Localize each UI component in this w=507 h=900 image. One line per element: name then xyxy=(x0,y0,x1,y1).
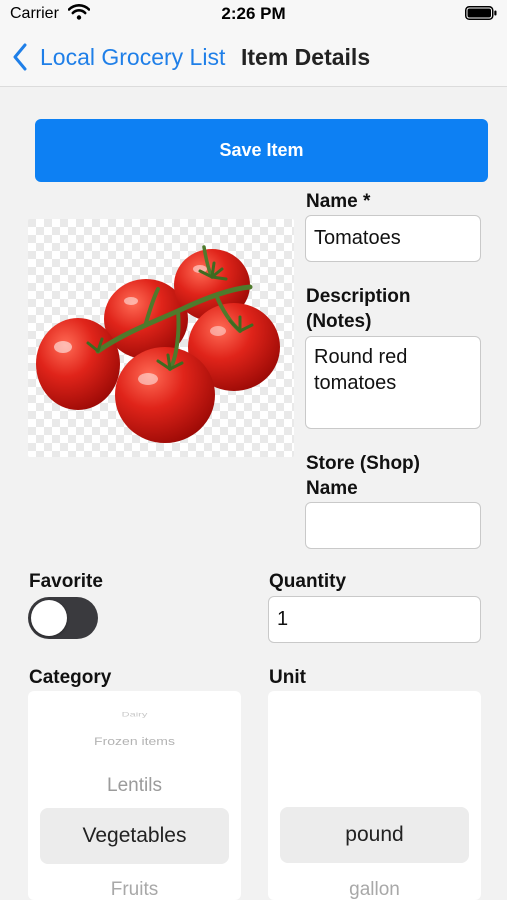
description-label-line1: Description xyxy=(306,286,411,307)
navigation-bar: Local Grocery List Item Details xyxy=(0,30,507,87)
picker-option[interactable]: Dairy xyxy=(28,712,241,719)
favorite-toggle[interactable] xyxy=(28,597,98,639)
item-details-form: Save Item Name * Tomatoes Description (N… xyxy=(0,87,507,900)
chevron-left-icon xyxy=(13,43,27,71)
picker-selected-option[interactable]: pound xyxy=(268,823,481,847)
picker-option[interactable]: Lentils xyxy=(28,775,241,797)
store-label-line1: Store (Shop) xyxy=(306,453,420,474)
unit-label: Unit xyxy=(269,667,306,688)
save-item-button[interactable]: Save Item xyxy=(35,119,488,182)
description-label-line2: (Notes) xyxy=(306,311,372,332)
status-time: 2:26 PM xyxy=(221,4,286,23)
toggle-knob xyxy=(31,600,67,636)
tomatoes-image xyxy=(28,219,294,457)
quantity-label: Quantity xyxy=(269,571,347,592)
page-title: Item Details xyxy=(241,44,371,70)
name-input[interactable] xyxy=(305,215,481,262)
back-button[interactable]: Local Grocery List xyxy=(12,40,225,74)
battery-icon xyxy=(465,6,497,20)
category-label: Category xyxy=(29,667,112,688)
name-label: Name * xyxy=(306,191,371,212)
picker-option[interactable]: Frozen items xyxy=(28,735,241,748)
picker-selected-option[interactable]: Vegetables xyxy=(28,824,241,848)
quantity-input[interactable] xyxy=(268,596,481,643)
description-input[interactable]: Round red tomatoes xyxy=(305,336,481,429)
favorite-label: Favorite xyxy=(29,571,103,592)
category-picker[interactable]: Dairy Frozen items Lentils Vegetables Fr… xyxy=(28,691,241,900)
back-label: Local Grocery List xyxy=(40,43,226,70)
status-bar: Carrier 2:26 PM xyxy=(0,0,507,30)
picker-option[interactable]: Fruits xyxy=(28,879,241,900)
store-name-input[interactable] xyxy=(305,502,481,549)
unit-picker[interactable]: pound gallon xyxy=(268,691,481,900)
picker-option[interactable]: gallon xyxy=(268,879,481,900)
store-label-line2: Name xyxy=(306,478,358,499)
item-image[interactable] xyxy=(28,219,294,457)
